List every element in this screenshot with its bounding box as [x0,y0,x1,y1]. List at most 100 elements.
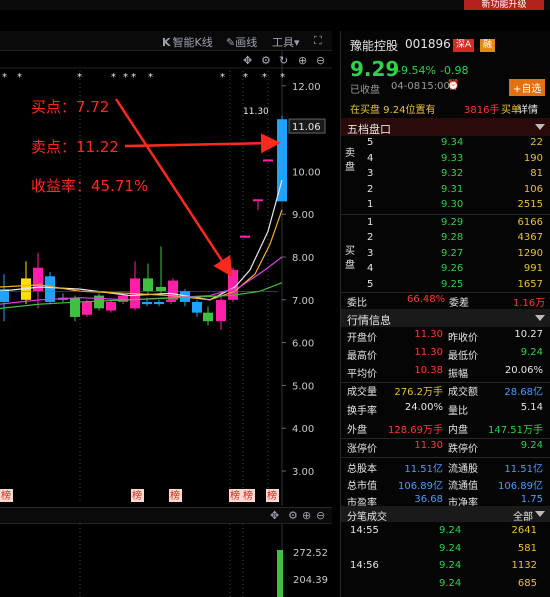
info-label: 最高价 [347,351,377,362]
info-label: 涨停价 [347,444,377,455]
orderbook-header[interactable]: 五档盘口 [341,118,550,136]
candle-body [156,286,166,292]
candle-body [277,119,287,202]
bid-alert-text: 在买盘 9.24位置有 [350,105,436,116]
tools-menu[interactable]: 工具▾ [272,34,300,50]
chart-toolbar: K 智能K线 ✎画线 工具▾ ⛶ [0,31,332,51]
add-watchlist-button[interactable]: +自选 [509,79,546,96]
bid-alert-row[interactable]: 在买盘 9.24位置有 3816手 买单 详情 [341,100,550,116]
candle-body [253,199,263,202]
volume-bar [277,550,283,597]
last-price: 9.29 [350,57,400,81]
info-value: 10.38 [414,365,443,376]
remove-icon[interactable]: ⊖ [316,509,325,522]
order-volume: 106 [523,183,543,195]
info-value: 9.24 [520,440,543,451]
info-row: 外盘 128.69万手 内盘 147.51万手 [341,420,550,437]
trade-volume: 2641 [511,525,537,536]
weibi-label: 委比 [347,298,367,309]
remove-icon[interactable]: ⊖ [316,54,325,67]
weicha-label: 委差 [449,298,469,309]
level-label: 3 [367,247,374,259]
buy-order-row[interactable]: 2 9.28 4367 [341,231,550,246]
order-price: 9.28 [441,232,464,244]
yield-annotation: 收益率：45.71% [31,177,149,195]
fullscreen-icon[interactable]: ⛶ [314,34,322,48]
volume-canvas: 272.52 204.39 [79,524,328,597]
y-tick-label: 8.00 [292,253,314,264]
detail-link[interactable]: 详情 [518,101,538,116]
y-tick-label: 5.00 [292,381,314,392]
change-amount: -0.98 [440,64,469,77]
move-icon[interactable]: ✥ [243,54,252,67]
market-info-header[interactable]: 行情信息 [341,309,550,327]
info-value: 11.51亿 [504,464,543,475]
trades-title: 分笔成交 [347,512,387,523]
order-volume: 4367 [517,232,543,244]
level-label: 3 [367,168,374,180]
rank-badge: 榜 [267,489,277,502]
info-row: 涨停价 11.30 跌停价 9.24 [341,439,550,456]
order-price: 9.27 [441,247,464,259]
upgrade-button[interactable]: 新功能升级 [464,0,544,10]
buy-order-row[interactable]: 1 9.29 6166 [341,216,550,231]
candle-body [106,301,116,311]
sell-order-row[interactable]: 1 9.30 2515 [341,198,550,213]
info-row: 总市值 106.89亿 流通值 106.89亿 [341,476,550,493]
chevron-down-icon [535,315,545,321]
weicha-value: 1.16万 [513,298,546,309]
trades-header[interactable]: 分笔成交 全部 [341,506,550,523]
level-label: 1 [367,217,374,228]
sell-order-row[interactable]: 2 9.31 106 [341,183,550,198]
volume-tick-label: 204.39 [293,575,328,586]
buy-order-row[interactable]: 4 9.26 991 [341,262,550,277]
event-marker: * [2,72,7,83]
change-percent: -9.54% [397,64,436,77]
rank-badge: 榜 [132,489,142,502]
add-icon[interactable]: ⊕ [298,54,307,67]
stock-name: 豫能控股 [350,39,399,53]
level-label: 1 [367,199,374,211]
level-label: 2 [367,232,374,244]
move-icon[interactable]: ✥ [270,509,279,522]
sell-order-row[interactable]: 4 9.33 190 [341,152,550,167]
level-label: 2 [367,183,374,195]
trade-row: 9.24 685 [341,577,550,594]
candlestick-chart[interactable]: ✥⚙↻⊕⊖12.0011.0010.009.008.007.006.005.00… [0,51,332,506]
event-marker: * [17,72,22,83]
info-label: 成交额 [448,387,478,398]
volume-chart[interactable]: 272.52 204.39 [0,524,332,597]
candle-body [45,276,55,302]
quote-time: 15:00 [421,81,450,92]
buy-order-row[interactable]: 3 9.27 1290 [341,247,550,262]
price-row: 9.29 -9.54% -0.98 [341,57,550,81]
buy-order-row[interactable]: 5 9.25 1657 [341,278,550,293]
gear-icon[interactable]: ⚙ [288,509,298,522]
info-value: 1.75 [520,494,543,505]
add-icon[interactable]: ⊕ [302,509,311,522]
candle-body [263,159,273,162]
rank-badge: 榜 [1,489,11,502]
sell-order-row[interactable]: 3 9.32 81 [341,167,550,182]
sell-order-row[interactable]: 5 9.34 22 [341,136,550,151]
candle-body [192,301,202,313]
weibi-value: 66.48% [407,294,446,305]
alarm-icon[interactable]: ⏰ [447,80,459,91]
info-label: 昨收价 [448,333,478,344]
level-label: 4 [367,263,374,275]
refresh-icon[interactable]: ↻ [279,54,288,67]
draw-line-button[interactable]: ✎画线 [226,34,257,50]
info-value: 5.14 [520,402,543,413]
info-row: 换手率 24.00% 量比 5.14 [341,401,550,418]
chevron-down-icon: ▾ [294,36,300,49]
trade-volume: 1132 [511,560,537,571]
smart-k-button[interactable]: K 智能K线 [162,34,213,50]
trade-price: 9.24 [439,543,462,554]
info-value: 24.00% [404,402,443,413]
info-divider [341,457,550,458]
gear-icon[interactable]: ⚙ [261,54,271,67]
order-price: 9.31 [441,183,464,195]
trades-filter[interactable]: 全部 [513,508,533,523]
order-price: 9.29 [441,217,464,228]
trade-price: 9.24 [439,578,462,589]
